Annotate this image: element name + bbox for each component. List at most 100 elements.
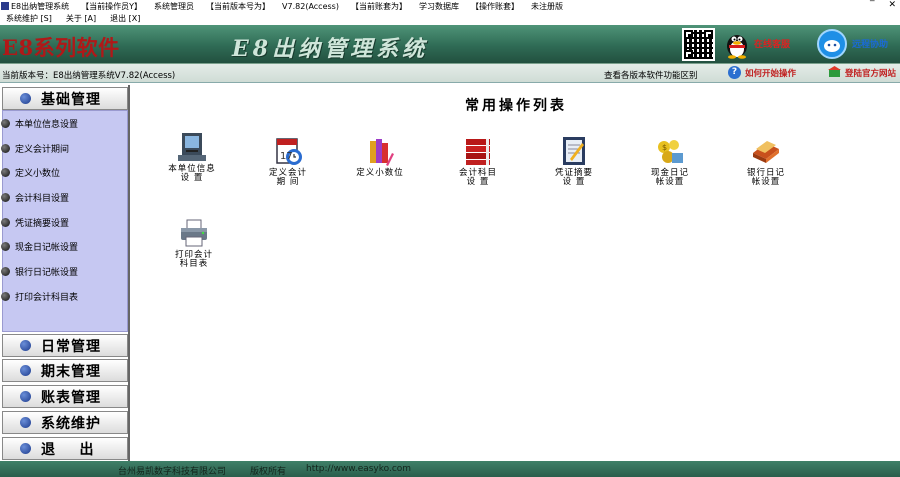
info-bar: 当前版本号：E8出纳管理系统V7.82(Access) 查看各版本软件功能区别 … [0,63,900,83]
sidebar-item-voucher-summary[interactable]: 凭证摘要设置 [1,212,127,232]
section-basic-management[interactable]: 基础管理 [2,87,128,110]
sidebar-item-label: 银行日记帐设置 [15,267,79,278]
header-banner: E8系列软件 E8出纳管理系统 在线客服 远程协助 [0,25,900,63]
sidebar-item-label: 定义小数位 [15,168,61,179]
section-label: 系统维护 [41,415,101,432]
tile-caption-line2: 设 置 [562,177,586,187]
printer-icon [181,219,207,247]
tile-voucher-summary[interactable]: 凭证摘要 设 置 [534,135,614,205]
minimize-button[interactable]: ‾ [870,0,875,10]
section-bullet-icon [20,391,31,402]
section-bullet-icon [20,340,31,351]
sidebar-item-decimal-places[interactable]: 定义小数位 [1,162,127,182]
window-titlebar: E8出纳管理系统 【当前操作员Y】 系统管理员 【当前版本号为】 V7.82(A… [0,0,900,12]
main-panel: 常用操作列表 本单位信息 设 置 17 定义会计 期 间 定义小数位 会计科目 … [132,85,900,461]
title-account-value: 学习数据库 [418,1,459,11]
section-exit[interactable]: 退 出 [2,437,128,460]
sidebar-item-label: 凭证摘要设置 [15,218,70,229]
sidebar-item-account-subjects[interactable]: 会计科目设置 [1,187,127,207]
status-url-link[interactable]: http://www.easyko.com [306,464,411,474]
tile-bank-journal[interactable]: 银行日记 帐设置 [726,135,806,205]
title-license-value: 未注册版 [530,1,563,11]
section-bullet-icon [20,365,31,376]
qq-penguin-icon[interactable] [724,29,750,59]
section-label: 期末管理 [41,363,101,380]
tile-caption-line1: 定义小数位 [356,168,404,178]
section-bullet-icon [20,443,31,454]
tile-caption-line2: 科目表 [179,259,209,269]
close-button[interactable]: ✕ [888,0,896,10]
tile-account-subjects[interactable]: 会计科目 设 置 [438,135,518,205]
section-bullet-icon [20,417,31,428]
tile-caption-line2: 期 间 [276,177,300,187]
tile-cash-journal[interactable]: $ 现金日记 帐设置 [630,135,710,205]
sidebar-item-company-info[interactable]: 本单位信息设置 [1,113,127,133]
title-account-label: 【当前账套为】 [350,1,407,11]
title-app-name: E8出纳管理系统 [11,1,70,11]
section-label: 退 出 [41,441,95,458]
sidebar-item-cash-journal[interactable]: 现金日记帐设置 [1,236,127,256]
status-company: 台州易凯数字科技有限公司 [118,467,227,477]
tile-decimal-places[interactable]: 定义小数位 [340,135,420,205]
item-bullet-icon [1,241,10,251]
sidebar-item-label: 定义会计期间 [15,144,70,155]
menu-bar: 系统维护 [S] 关于 [A] 退出 [X] [0,12,900,25]
sidebar-item-label: 打印会计科目表 [15,292,79,303]
tile-print-subjects[interactable]: 打印会计 科目表 [154,217,234,287]
menu-about[interactable]: 关于 [A] [66,13,96,24]
tile-caption-line2: 设 置 [180,173,204,183]
login-site-icon [828,66,841,77]
title-license-label: 【操作账套】 [470,1,519,11]
section-daily-management[interactable]: 日常管理 [2,334,128,357]
calendar-icon: 17 [276,138,302,165]
bank-book-icon [753,141,779,163]
help-question-icon: ? [728,66,741,79]
page-title: 常用操作列表 [465,98,567,114]
online-help-link[interactable]: 在线客服 [754,37,790,50]
section-system-maintenance[interactable]: 系统维护 [2,411,128,434]
item-bullet-icon [1,167,10,177]
title-operator-value: 系统管理员 [154,1,195,11]
section-period-end-management[interactable]: 期末管理 [2,359,128,382]
title-operator-label: 【当前操作员Y】 [81,1,143,11]
sidebar-item-label: 现金日记帐设置 [15,242,79,253]
sidebar: 基础管理 本单位信息设置 定义会计期间 定义小数位 会计科目设置 凭证摘要设置 … [0,85,130,461]
qr-code-icon [682,28,715,61]
sidebar-item-bank-journal[interactable]: 银行日记帐设置 [1,261,127,281]
version-text: 当前版本号：E8出纳管理系统V7.82(Access) [2,71,176,81]
app-icon [1,2,9,10]
menu-exit[interactable]: 退出 [X] [110,13,140,24]
svg-text:17: 17 [280,151,293,162]
ledger-icon [466,139,490,165]
remote-help-link[interactable]: 远程协助 [852,37,888,50]
brand-title: E8系列软件 [2,35,120,60]
notepad-icon [563,137,585,165]
system-title: E8出纳管理系统 [232,36,429,62]
item-bullet-icon [1,291,10,301]
books-icon [370,139,394,166]
section-label: 日常管理 [41,338,101,355]
sidebar-item-accounting-period[interactable]: 定义会计期间 [1,138,127,158]
official-site-label: 登陆官方网站 [845,68,897,79]
section-reports-management[interactable]: 账表管理 [2,385,128,408]
official-site-link[interactable]: 登陆官方网站 [828,66,896,79]
terminal-icon [178,133,206,161]
tile-caption-line2: 帐设置 [655,177,685,187]
remote-assist-icon[interactable] [816,28,848,60]
title-version-label: 【当前版本号为】 [206,1,271,11]
menu-system-maintenance[interactable]: 系统维护 [S] [6,13,52,24]
title-version-value: V7.82(Access) [282,1,339,11]
tile-company-info[interactable]: 本单位信息 设 置 [152,131,232,201]
tile-caption-line2: 设 置 [466,177,490,187]
sidebar-item-label: 本单位信息设置 [15,119,79,130]
item-bullet-icon [1,118,10,128]
item-bullet-icon [1,266,10,276]
sidebar-item-print-subjects[interactable]: 打印会计科目表 [1,286,127,306]
item-bullet-icon [1,143,10,153]
howto-link[interactable]: ? 如何开始操作 [728,66,796,79]
version-diff-link[interactable]: 查看各版本软件功能区别 [604,69,698,81]
tile-accounting-period[interactable]: 17 定义会计 期 间 [248,135,328,205]
sidebar-item-label: 会计科目设置 [15,193,70,204]
section-label: 账表管理 [41,389,101,406]
section-bullet-icon [20,93,31,104]
